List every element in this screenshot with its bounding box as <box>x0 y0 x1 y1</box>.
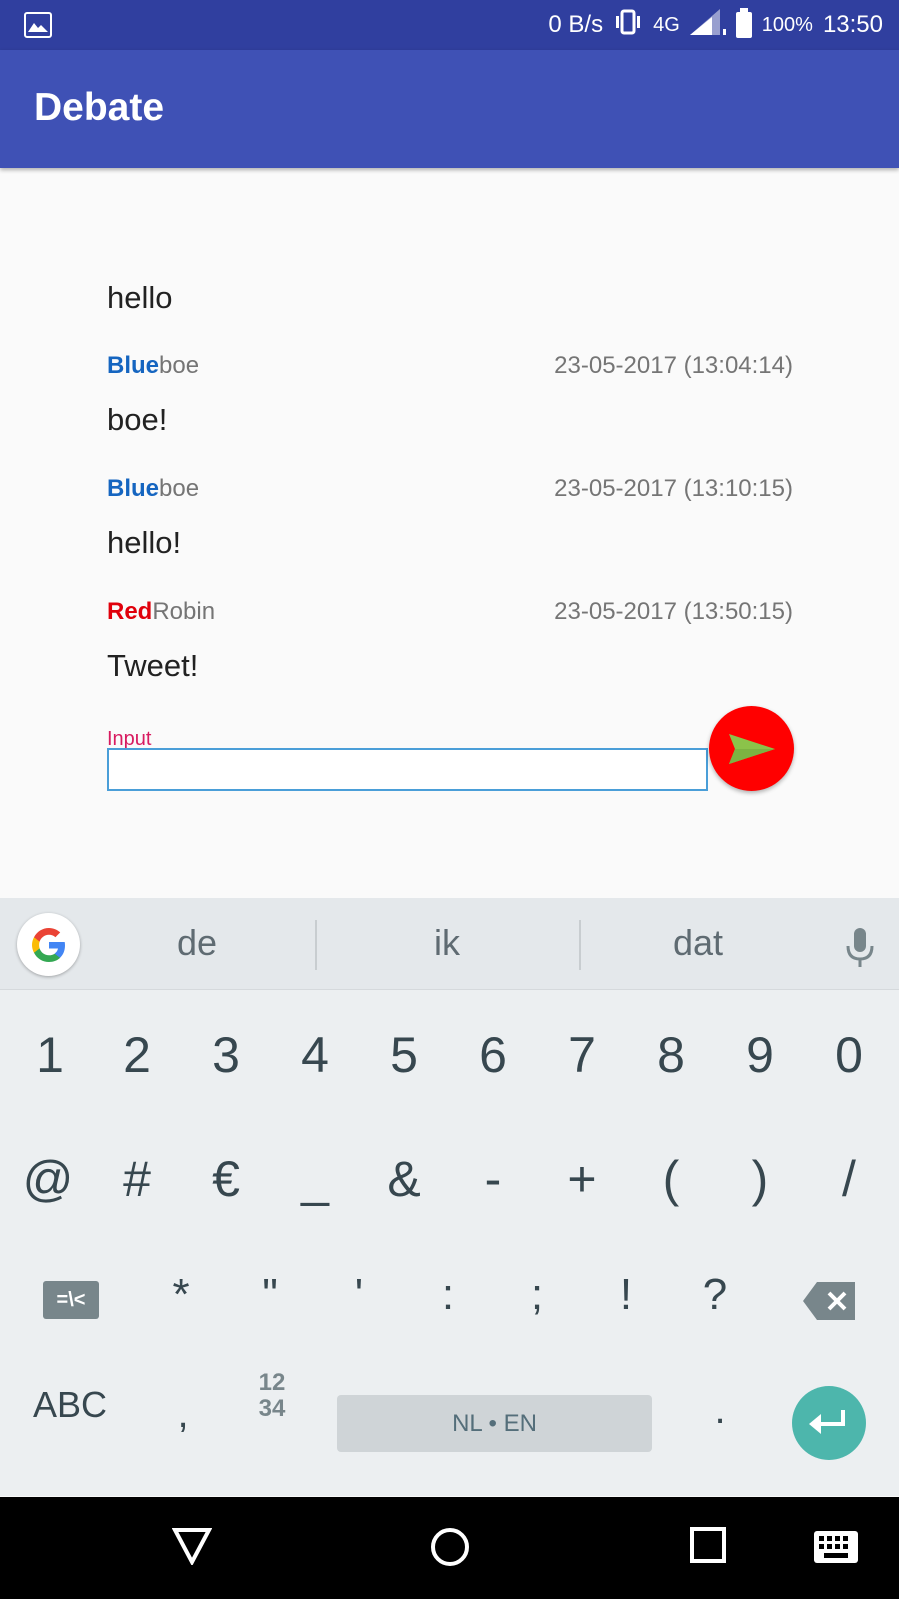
microphone-icon[interactable] <box>845 928 875 973</box>
suggestion-strip: de ik dat <box>0 898 899 990</box>
key-single-quote[interactable]: ' <box>319 1270 399 1320</box>
message-timestamp: 23-05-2017 (13:50:15) <box>554 598 793 625</box>
send-icon <box>728 733 775 764</box>
clock: 13:50 <box>822 11 883 38</box>
page-title: Debate <box>34 86 165 129</box>
key-double-quote[interactable]: " <box>230 1270 310 1320</box>
key-3[interactable]: 3 <box>186 1026 266 1084</box>
key-period[interactable]: . <box>700 1388 740 1433</box>
numpad-key[interactable]: 12 34 <box>250 1370 294 1422</box>
send-button[interactable] <box>709 706 794 791</box>
message-text: boe! <box>107 402 168 437</box>
navigation-bar <box>0 1497 899 1599</box>
key-1[interactable]: 1 <box>10 1026 90 1084</box>
key-minus[interactable]: - <box>453 1150 533 1208</box>
key-close-paren[interactable]: ) <box>720 1150 800 1208</box>
message-item: RedRobin 23-05-2017 (13:50:15) Tweet! <box>107 598 793 684</box>
key-underscore[interactable]: _ <box>275 1150 355 1208</box>
team-label: Blue <box>107 352 160 379</box>
key-exclamation[interactable]: ! <box>586 1270 666 1320</box>
key-open-paren[interactable]: ( <box>631 1150 711 1208</box>
user-name: Robin <box>152 598 216 625</box>
message-item: Blueboe 23-05-2017 (13:10:15) hello! <box>107 475 793 561</box>
message-item: Blueboe 23-05-2017 (13:04:14) boe! <box>107 352 793 438</box>
key-asterisk[interactable]: * <box>141 1270 221 1320</box>
key-comma[interactable]: , <box>163 1392 203 1437</box>
team-label: Red <box>107 598 153 625</box>
soft-keyboard: de ik dat 1 2 3 4 5 6 7 8 9 0 @ # € _ & … <box>0 898 899 1496</box>
key-8[interactable]: 8 <box>631 1026 711 1084</box>
enter-icon <box>809 1410 845 1434</box>
enter-key[interactable] <box>792 1386 866 1460</box>
key-4[interactable]: 4 <box>275 1026 355 1084</box>
message-text: hello <box>107 280 173 315</box>
message-input[interactable] <box>107 748 708 791</box>
network-type: 4G <box>653 13 680 36</box>
vibrate-icon <box>613 9 643 42</box>
status-bar: 0 B/s 4G 100% 13:50 <box>0 0 899 50</box>
battery-icon <box>735 8 752 38</box>
message-author: Blueboe <box>107 352 199 386</box>
key-plus[interactable]: + <box>542 1150 622 1208</box>
message-list[interactable]: hello Blueboe 23-05-2017 (13:04:14) boe!… <box>0 168 899 898</box>
key-2[interactable]: 2 <box>97 1026 177 1084</box>
backspace-icon[interactable] <box>803 1282 855 1325</box>
space-bar[interactable]: NL • EN <box>337 1395 652 1452</box>
key-colon[interactable]: : <box>408 1270 488 1320</box>
abc-key[interactable]: ABC <box>30 1384 110 1426</box>
app-bar: Debate <box>0 50 899 168</box>
suggestion-word[interactable]: dat <box>598 922 798 964</box>
message-author: RedRobin <box>107 598 215 632</box>
key-0[interactable]: 0 <box>809 1026 889 1084</box>
more-symbols-key[interactable]: =\< <box>43 1281 99 1319</box>
key-at[interactable]: @ <box>8 1150 88 1208</box>
home-icon[interactable] <box>430 1527 470 1572</box>
key-9[interactable]: 9 <box>720 1026 800 1084</box>
gallery-notification-icon <box>24 12 52 38</box>
message-author: Blueboe <box>107 475 199 509</box>
back-icon[interactable] <box>171 1527 213 1570</box>
key-question[interactable]: ? <box>675 1270 755 1320</box>
signal-icon <box>689 8 726 42</box>
message-timestamp: 23-05-2017 (13:10:15) <box>554 475 793 502</box>
message-text: hello! <box>107 525 182 560</box>
message-text: Tweet! <box>107 648 199 683</box>
google-icon[interactable] <box>17 913 80 976</box>
suggestion-divider <box>315 920 317 970</box>
suggestion-word[interactable]: ik <box>347 922 547 964</box>
key-euro[interactable]: € <box>186 1150 266 1208</box>
key-ampersand[interactable]: & <box>364 1150 444 1208</box>
key-7[interactable]: 7 <box>542 1026 622 1084</box>
net-speed: 0 B/s <box>548 11 604 38</box>
keyboard-switch-icon[interactable] <box>814 1531 858 1568</box>
battery-level: 100% <box>761 13 813 36</box>
team-label: Blue <box>107 475 160 502</box>
key-slash[interactable]: / <box>809 1150 889 1208</box>
user-name: boe <box>159 475 200 502</box>
suggestion-word[interactable]: de <box>97 922 297 964</box>
key-5[interactable]: 5 <box>364 1026 444 1084</box>
message-timestamp: 23-05-2017 (13:04:14) <box>554 352 793 379</box>
key-semicolon[interactable]: ; <box>497 1270 577 1320</box>
key-6[interactable]: 6 <box>453 1026 533 1084</box>
recents-icon[interactable] <box>690 1527 726 1568</box>
key-hash[interactable]: # <box>97 1150 177 1208</box>
suggestion-divider <box>579 920 581 970</box>
user-name: boe <box>159 352 200 379</box>
